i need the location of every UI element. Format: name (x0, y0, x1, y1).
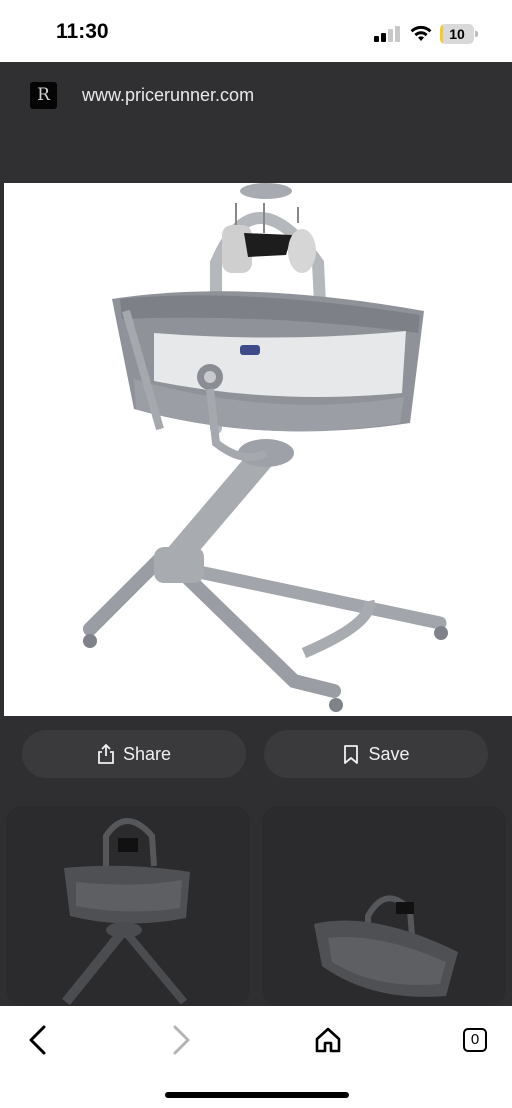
forward-icon (173, 1025, 190, 1055)
home-indicator[interactable] (165, 1092, 349, 1098)
share-button[interactable]: Share (22, 730, 246, 778)
home-icon (315, 1027, 341, 1053)
save-button[interactable]: Save (264, 730, 488, 778)
site-url[interactable]: www.pricerunner.com (82, 85, 254, 106)
thumbnail-image-2 (314, 895, 458, 997)
bookmark-icon (344, 745, 359, 764)
thumbnail-gallery (0, 806, 512, 1006)
site-logo-letter: R (37, 85, 50, 105)
site-logo[interactable]: R (30, 82, 57, 109)
status-bar: 11:30 10 (0, 0, 512, 62)
dimmed-page: R www.pricerunner.com Share Save (0, 62, 512, 1006)
product-image[interactable] (4, 183, 512, 716)
wifi-icon (410, 25, 432, 41)
site-header: R www.pricerunner.com (0, 62, 512, 183)
back-icon (29, 1025, 46, 1055)
battery-icon: 10 (440, 24, 478, 44)
tabs-icon: 0 (463, 1028, 487, 1052)
home-button[interactable] (306, 1018, 350, 1062)
thumbnail-2[interactable] (262, 806, 506, 1006)
tabs-button[interactable]: 0 (452, 1018, 496, 1062)
cellular-signal-icon (374, 26, 400, 42)
status-time: 11:30 (56, 20, 109, 43)
back-button[interactable] (16, 1018, 60, 1062)
browser-toolbar: 0 (0, 1006, 512, 1108)
share-label: Share (122, 743, 172, 764)
thumbnail-image-1 (62, 818, 190, 1006)
thumbnail-1[interactable] (6, 806, 250, 1006)
forward-button[interactable] (159, 1018, 203, 1062)
battery-level: 10 (449, 26, 465, 42)
bassinet-image (83, 183, 448, 712)
actions-bar: Share Save (0, 716, 512, 806)
save-label: Save (368, 743, 410, 764)
share-icon (98, 744, 114, 764)
